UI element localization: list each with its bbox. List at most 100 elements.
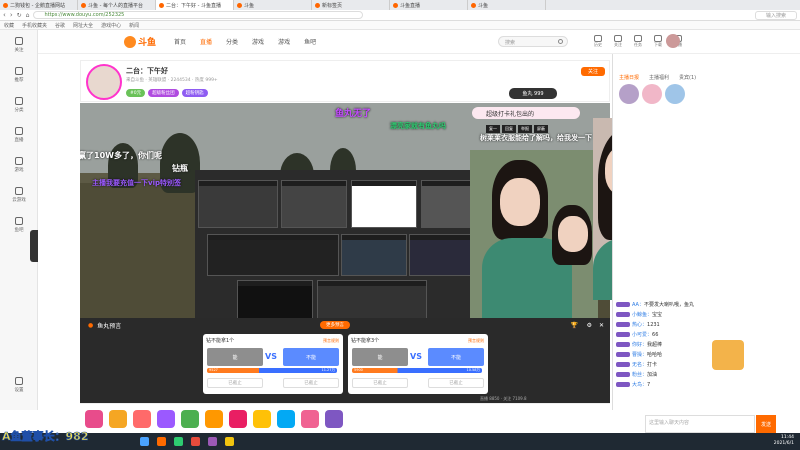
bookmark-item[interactable]: 游戏中心 [101,22,121,29]
app-icon[interactable] [191,437,200,446]
closed-button[interactable]: 已截止 [283,378,339,388]
sidebar-item-games[interactable]: 游戏 [0,150,38,180]
browser-tab[interactable]: 斗鱼 - 每个人的直播平台 [78,0,156,10]
fishball-gift-button[interactable]: 鱼丸 999 [509,88,557,99]
window-thumbnail[interactable] [198,180,278,228]
close-icon[interactable]: ✕ [599,322,604,329]
more-predictions-badge[interactable]: 更多预言 [320,321,350,329]
nav-games-2[interactable]: 游戏 [278,37,290,46]
bookmark-item[interactable]: 新闻 [129,22,139,29]
gift-icon[interactable] [109,409,127,428]
back-icon[interactable]: ‹ [3,11,6,19]
douyu-logo[interactable]: 斗鱼 [124,35,160,49]
room-tag[interactable]: 超粉钥匙 [181,89,208,97]
window-thumbnail[interactable] [281,180,347,228]
nav-fishbar[interactable]: 鱼吧 [304,37,316,46]
user-avatar[interactable] [666,34,680,48]
trophy-icon[interactable]: 🏆 [571,322,578,329]
browser-tab[interactable]: 斗鱼直播 [390,0,468,10]
bookmark-item[interactable]: 手机收藏夹 [22,22,47,29]
app-icon[interactable] [208,437,217,446]
tasks-button[interactable]: 任务 [632,35,644,49]
gift-icon[interactable] [181,409,199,428]
option-yes-button[interactable]: 能 [352,348,408,366]
browser-tab[interactable]: 斗鱼 [468,0,546,10]
app-icon[interactable] [174,437,183,446]
start-icon[interactable] [140,437,149,446]
refresh-icon[interactable]: ↻ [17,12,22,19]
browser-tab[interactable]: 斗鱼 [234,0,312,10]
gift-icon[interactable] [133,409,151,428]
browser-tab[interactable]: 二狗钱包 - 企鹅直播网站 [0,0,78,10]
option-yes-button[interactable]: 能 [207,348,263,366]
gift-icon[interactable] [277,409,295,428]
bookmark-item[interactable]: 谷歌 [55,22,65,29]
window-thumbnail[interactable] [341,234,407,276]
sidebar-item-follow[interactable]: 关注 [0,30,38,60]
closed-button[interactable]: 已截止 [352,378,408,388]
history-button[interactable]: 历史 [592,35,604,49]
nav-games[interactable]: 游戏 [252,37,264,46]
room-tag[interactable]: 超级粉丝团 [148,89,179,97]
option-no-button[interactable]: 不能 [283,348,339,366]
sidebar-item-category[interactable]: 分类 [0,90,38,120]
sidebar-item-live[interactable]: 直播 [0,120,38,150]
report-button[interactable]: 举报 [518,125,532,133]
gift-icon[interactable] [301,409,319,428]
chat-input[interactable]: 这里输入聊天内容 [645,415,755,433]
vip-avatar[interactable] [619,84,639,104]
search-icon[interactable] [558,39,563,44]
nav-category[interactable]: 分类 [226,37,238,46]
vip-avatar[interactable] [642,84,662,104]
tab-daily[interactable]: 主播日报 [619,74,639,81]
forward-icon[interactable]: › [10,11,13,19]
bookmark-item[interactable]: 收藏 [4,22,14,29]
sidebar-item-cloud-games[interactable]: 云游戏 [0,180,38,210]
nav-live[interactable]: 直播 [200,37,212,46]
app-icon[interactable] [157,437,166,446]
sidebar-item-recommend[interactable]: 推荐 [0,60,38,90]
site-search-input[interactable]: 搜索 [498,36,568,47]
browser-search-field[interactable]: 输入搜索 [754,10,797,20]
browser-tab-active[interactable]: 二台：下午好 - 斗鱼直播 [156,0,234,10]
prediction-rules-link[interactable]: 预言规则 [468,338,484,344]
window-thumbnail[interactable] [207,234,339,276]
taskbar-clock[interactable]: 11:44 2021/6/1 [774,435,794,447]
settings-icon[interactable]: ⚙ [587,322,592,329]
download-button[interactable]: 下载 [652,35,664,49]
tab-welfare[interactable]: 主播福利 [649,74,669,81]
reply-button[interactable]: 回复 [502,125,516,133]
danmu-text: 漂亮家就有鱼丸吗 [390,122,446,130]
vip-avatar[interactable] [665,84,685,104]
closed-button[interactable]: 已截止 [428,378,484,388]
gift-icon[interactable] [325,409,343,428]
follow-button[interactable]: 关注 [581,67,605,76]
sidebar-item-settings[interactable]: 设置 [0,370,38,400]
gift-icon[interactable] [85,409,103,428]
streamer-avatar[interactable] [86,64,122,100]
window-thumbnail[interactable] [317,280,427,320]
browser-tab[interactable]: 新标签页 [312,0,390,10]
gift-icon[interactable] [229,409,247,428]
tab-vip[interactable]: 贵宾(1) [679,74,696,81]
block-button[interactable]: 屏蔽 [534,125,548,133]
home-icon[interactable]: ⌂ [26,12,30,19]
window-thumbnail[interactable] [351,180,417,228]
bookmark-item[interactable]: 网址大全 [73,22,93,29]
gift-icon[interactable] [205,409,223,428]
address-input[interactable]: https://www.douyu.com/252325 [33,11,364,19]
follows-button[interactable]: 关注 [612,35,624,49]
nav-home[interactable]: 首页 [174,37,186,46]
window-thumbnail[interactable] [237,280,313,320]
gift-icon[interactable] [157,409,175,428]
option-no-button[interactable]: 不能 [428,348,484,366]
prediction-rules-link[interactable]: 预言规则 [323,338,339,344]
send-button[interactable]: 发送 [756,415,776,433]
sidebar-collapse-handle[interactable] [30,230,38,262]
reply-once-button[interactable]: 复一 [486,125,500,133]
gift-icon[interactable] [253,409,271,428]
closed-button[interactable]: 已截止 [207,378,263,388]
app-icon[interactable] [225,437,234,446]
room-tag[interactable]: #0元 [126,89,146,97]
treasure-chest-icon[interactable] [712,340,744,370]
